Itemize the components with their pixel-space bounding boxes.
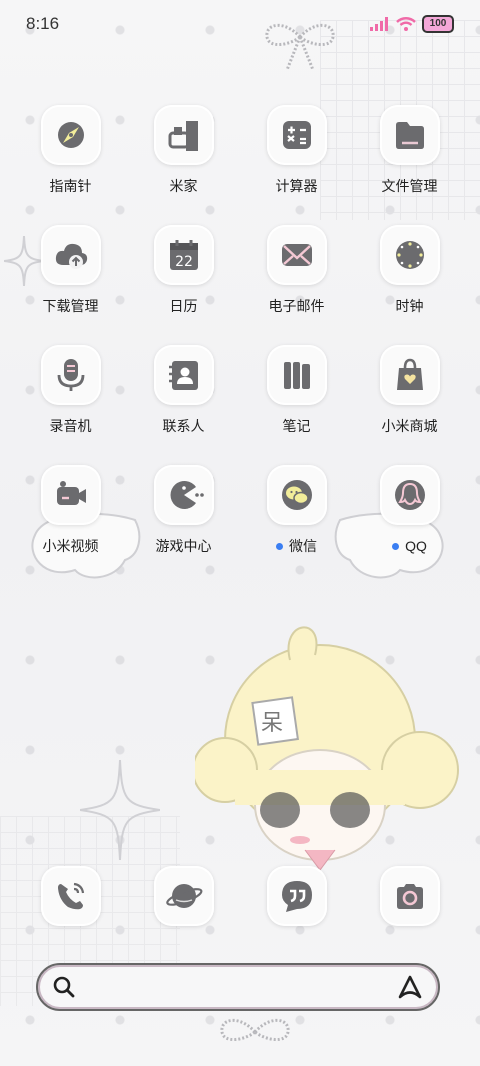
app-game-center[interactable]: 游戏中心 [127,465,240,555]
app-label-text: 微信 [289,538,317,554]
assistant-a-icon[interactable] [396,974,424,1000]
app-label: 游戏中心 [156,537,212,555]
app-label: 指南针 [50,177,92,195]
signal-icon [370,17,388,31]
wifi-icon [396,17,416,31]
message-quote-icon[interactable] [266,866,327,926]
app-mi-video[interactable]: 小米视频 [14,465,127,555]
app-label-text: 电子邮件 [268,298,325,314]
app-label: 米家 [170,177,198,195]
app-label: 时钟 [396,297,424,315]
app-label: 小米视频 [43,537,99,555]
app-mi-store[interactable]: 小米商城 [353,345,466,435]
app-label-text: 小米商城 [381,418,438,434]
app-label-text: 米家 [169,178,198,194]
app-label: 录音机 [50,417,92,435]
phone-icon[interactable] [40,866,101,926]
home-icon[interactable] [153,105,214,165]
character-sign-text: 呆 [261,711,283,736]
pacman-icon[interactable] [153,465,214,525]
app-label-text: 游戏中心 [155,538,212,554]
app-compass[interactable]: 指南针 [14,105,127,195]
app-label: 笔记 [283,417,311,435]
download-cloud-icon[interactable] [40,225,101,285]
status-bar: 8:16 100 [0,0,480,50]
app-label: 联系人 [163,417,205,435]
svg-text:22: 22 [175,254,193,270]
app-recorder[interactable]: 录音机 [14,345,127,435]
search-icon[interactable] [52,975,76,999]
dock-messages[interactable] [240,866,353,926]
dock-browser[interactable] [127,866,240,926]
app-wechat[interactable]: 微信 [240,465,353,555]
app-label-text: 指南针 [49,178,92,194]
app-label-text: 时钟 [395,298,424,314]
app-label-text: 录音机 [49,418,92,434]
app-files[interactable]: 文件管理 [353,105,466,195]
app-contacts[interactable]: 联系人 [127,345,240,435]
planet-icon[interactable] [153,866,214,926]
app-label-text: 日历 [169,298,198,314]
app-label-text: QQ [405,538,427,554]
app-label-text: 计算器 [275,178,318,194]
app-label: 电子邮件 [269,297,325,315]
app-clock[interactable]: 时钟 [353,225,466,315]
qq-penguin-icon[interactable] [379,465,440,525]
camera-icon[interactable] [379,866,440,926]
app-email[interactable]: 电子邮件 [240,225,353,315]
status-time: 8:16 [26,14,60,33]
app-calculator[interactable]: 计算器 [240,105,353,195]
status-icons: 100 [370,15,454,33]
app-label: 小米商城 [382,417,438,435]
contacts-icon[interactable] [153,345,214,405]
app-label: 日历 [170,297,198,315]
app-label-text: 联系人 [162,418,205,434]
mail-icon[interactable] [266,225,327,285]
app-label: 文件管理 [382,177,438,195]
dock-phone[interactable] [14,866,127,926]
search-bar[interactable] [36,963,440,1011]
compass-icon[interactable] [40,105,101,165]
app-downloads[interactable]: 下载管理 [14,225,127,315]
battery-indicator: 100 [422,15,454,33]
app-label: QQ [392,537,427,555]
shopping-bag-icon[interactable] [379,345,440,405]
microphone-icon[interactable] [40,345,101,405]
app-qq[interactable]: QQ [353,465,466,555]
app-label-text: 小米视频 [42,538,99,554]
calendar-icon[interactable]: 22 [153,225,214,285]
app-label: 微信 [276,537,317,555]
app-grid: 指南针 米家 计算器 文件管理下载管理 22 日历 电子邮件 时钟录音机 联系人 笔记 小米商城小米… [14,105,466,555]
app-label-text: 文件管理 [381,178,438,194]
notes-icon[interactable] [266,345,327,405]
folder-icon[interactable] [379,105,440,165]
app-calendar[interactable]: 22 日历 [127,225,240,315]
wallpaper-character: 呆 [195,626,459,871]
dock [14,866,466,926]
clock-icon[interactable] [379,225,440,285]
app-notes[interactable]: 笔记 [240,345,353,435]
app-label: 计算器 [276,177,318,195]
app-label: 下载管理 [43,297,99,315]
wechat-icon[interactable] [266,465,327,525]
dock-camera[interactable] [353,866,466,926]
notification-dot [392,542,400,550]
app-mijia[interactable]: 米家 [127,105,240,195]
app-label-text: 笔记 [282,418,311,434]
sparkle-decoration [80,760,160,860]
calculator-icon[interactable] [266,105,327,165]
notification-dot [276,542,283,550]
video-camera-icon[interactable] [40,465,101,525]
app-label-text: 下载管理 [42,298,99,314]
bow-decoration-bottom [220,1018,290,1041]
